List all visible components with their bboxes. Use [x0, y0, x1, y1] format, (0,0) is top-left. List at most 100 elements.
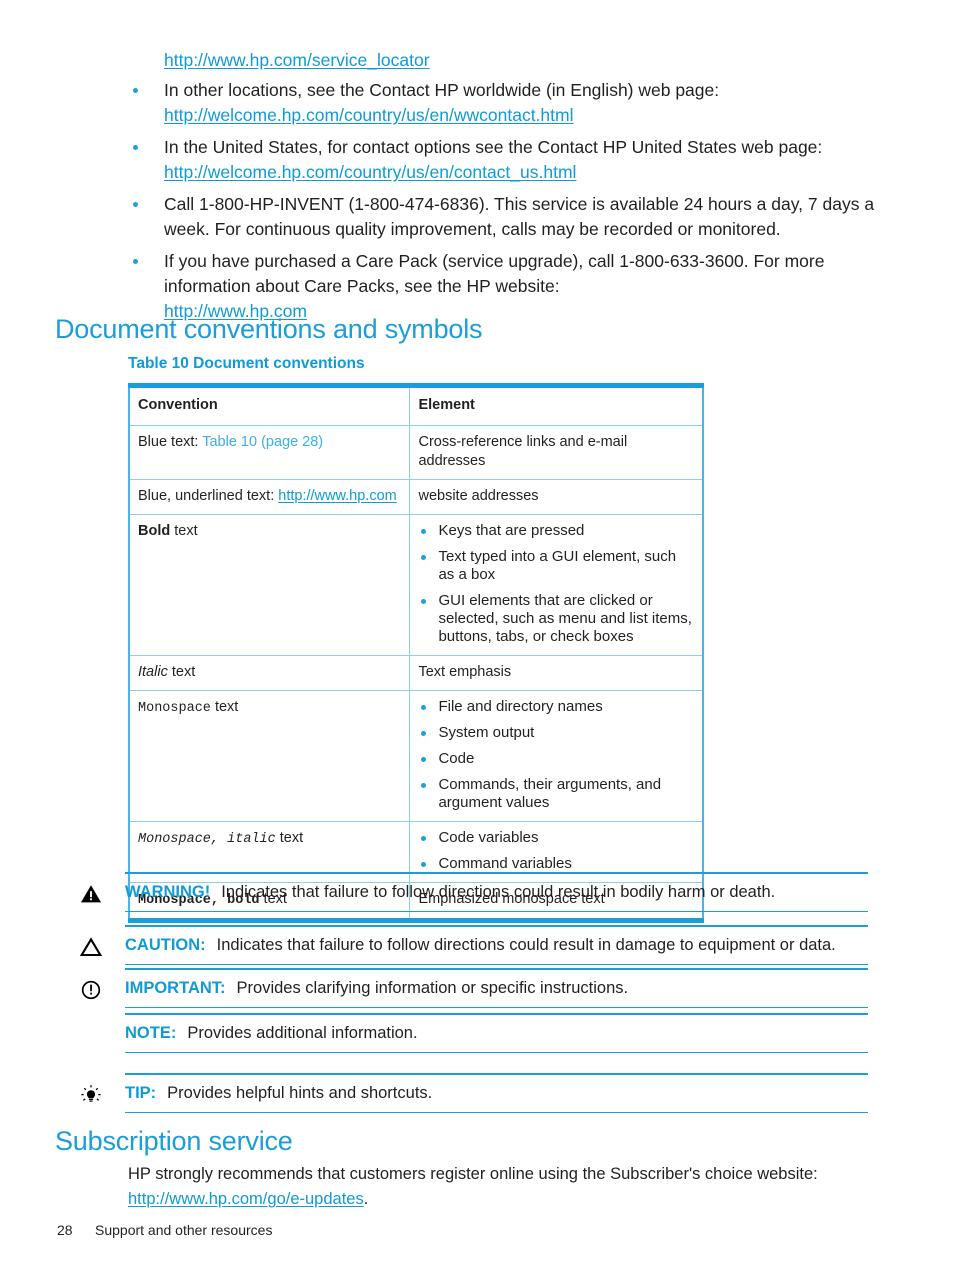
cell-convention: Blue text: Table 10 (page 28) — [129, 425, 411, 480]
element-bullet-list: Code variables Command variables — [418, 829, 694, 873]
table-row: Italic text Text emphasis — [129, 655, 703, 691]
list-item: Command variables — [418, 855, 694, 873]
bullet-dot-icon — [421, 555, 427, 560]
admonition-keyword: NOTE: — [125, 1024, 177, 1042]
admonition-body: WARNING! Indicates that failure to follow… — [72, 872, 868, 912]
column-header-convention: Convention — [129, 385, 411, 426]
page-number: 28 — [57, 1222, 73, 1238]
convention-suffix: text — [167, 664, 196, 680]
contact-us-link[interactable]: http://welcome.hp.com/country/us/en/cont… — [164, 162, 576, 182]
list-item-text: GUI elements that are clicked or selecte… — [438, 592, 692, 645]
admonition-keyword: WARNING! — [125, 883, 211, 901]
hp-com-example-link[interactable]: http://www.hp.com — [278, 488, 396, 504]
bullet-dot-icon — [421, 731, 427, 736]
admonition-text: Provides clarifying information or speci… — [236, 979, 629, 997]
list-item-text: Keys that are pressed — [438, 522, 585, 539]
list-item: GUI elements that are clicked or selecte… — [418, 592, 694, 646]
list-item: Text typed into a GUI element, such as a… — [418, 548, 694, 584]
wwcontact-link[interactable]: http://welcome.hp.com/country/us/en/wwco… — [164, 105, 573, 125]
admonition-note: NOTE: Provides additional information. — [72, 1013, 868, 1053]
cell-element: File and directory names System output C… — [409, 690, 703, 822]
list-item: In other locations, see the Contact HP w… — [128, 78, 888, 128]
bullet-dot-icon — [421, 862, 427, 867]
e-updates-link[interactable]: http://www.hp.com/go/e-updates — [128, 1190, 364, 1208]
admonition-keyword: TIP: — [125, 1084, 157, 1102]
bullet-dot-icon — [421, 783, 427, 788]
list-item-text: Text typed into a GUI element, such as a… — [438, 548, 677, 583]
bullet-dot-icon — [421, 529, 427, 534]
footer-chapter-title: Support and other resources — [95, 1222, 273, 1238]
list-item: System output — [418, 724, 694, 742]
admonition-body: TIP: Provides helpful hints and shortcuts… — [72, 1073, 868, 1113]
convention-suffix: text — [210, 699, 239, 715]
section-heading-document-conventions: Document conventions and symbols — [55, 314, 483, 344]
subscription-paragraph: HP strongly recommends that customers re… — [128, 1162, 868, 1212]
list-item: In the United States, for contact option… — [128, 135, 888, 185]
list-item: Keys that are pressed — [418, 522, 694, 540]
list-item-text: Call 1-800-HP-INVENT (1-800-474-6836). T… — [164, 194, 875, 239]
divider — [125, 963, 868, 965]
list-item: Commands, their arguments, and argument … — [418, 776, 694, 812]
element-bullet-list: Keys that are pressed Text typed into a … — [418, 522, 694, 646]
convention-style-sample: Italic — [138, 664, 168, 680]
admonition-text: Indicates that failure to follow directi… — [216, 936, 836, 954]
admonition-important: IMPORTANT: Provides clarifying informatio… — [72, 968, 868, 1008]
cell-convention: Bold text — [129, 514, 411, 656]
admonition-body: CAUTION: Indicates that failure to follow… — [72, 925, 868, 965]
cell-convention: Monospace text — [129, 690, 411, 822]
list-item-text: Command variables — [438, 855, 572, 872]
list-item: Call 1-800-HP-INVENT (1-800-474-6836). T… — [128, 192, 888, 242]
contact-options-list: In other locations, see the Contact HP w… — [128, 78, 888, 324]
caution-triangle-outline-icon — [79, 935, 103, 959]
bullet-dot-icon — [133, 145, 138, 150]
convention-prefix: Blue text: — [138, 434, 203, 450]
bullet-dot-icon — [421, 757, 427, 762]
list-item-text: Commands, their arguments, and argument … — [438, 776, 662, 811]
divider — [125, 1051, 868, 1053]
list-item-text: Code — [438, 750, 475, 767]
cell-convention: Blue, underlined text: http://www.hp.com — [129, 479, 411, 515]
cell-element: Keys that are pressed Text typed into a … — [409, 514, 703, 656]
table-10-cross-reference-link[interactable]: Table 10 (page 28) — [202, 434, 323, 450]
bullet-dot-icon — [133, 202, 138, 207]
bullet-dot-icon — [133, 259, 138, 264]
service-locator-link-line: http://www.hp.com/service_locator — [164, 48, 888, 73]
subscription-text: HP strongly recommends that customers re… — [128, 1165, 818, 1183]
admonition-body: IMPORTANT: Provides clarifying informatio… — [72, 968, 868, 1008]
subscription-period: . — [363, 1190, 369, 1208]
admonition-warning: WARNING! Indicates that failure to follow… — [72, 872, 868, 912]
list-item-text: System output — [438, 724, 535, 741]
admonition-text: Indicates that failure to follow directi… — [221, 883, 776, 901]
tip-lightbulb-icon — [79, 1083, 103, 1107]
bullet-dot-icon — [133, 88, 138, 93]
cell-element: Cross-reference links and e-mail address… — [409, 425, 703, 480]
convention-prefix: Blue, underlined text: — [138, 488, 279, 504]
convention-suffix: text — [275, 830, 304, 846]
service-locator-link[interactable]: http://www.hp.com/service_locator — [164, 50, 430, 70]
convention-suffix: text — [170, 523, 198, 539]
list-item: File and directory names — [418, 698, 694, 716]
element-bullet-list: File and directory names System output C… — [418, 698, 694, 812]
list-item-text: In the United States, for contact option… — [164, 137, 823, 157]
list-item-text: File and directory names — [438, 698, 603, 715]
divider — [125, 910, 868, 912]
admonition-text: Provides helpful hints and shortcuts. — [167, 1084, 433, 1102]
list-item: Code variables — [418, 829, 694, 847]
list-item: Code — [418, 750, 694, 768]
document-page: http://www.hp.com/service_locator In oth… — [0, 0, 954, 1271]
bullet-dot-icon — [421, 705, 427, 710]
cell-element: Text emphasis — [409, 655, 703, 691]
bullet-dot-icon — [421, 599, 427, 604]
table-caption: Table 10 Document conventions — [128, 355, 365, 372]
cell-element: website addresses — [409, 479, 703, 515]
admonition-tip: TIP: Provides helpful hints and shortcuts… — [72, 1073, 868, 1113]
table-header-row: Convention Element — [129, 385, 703, 426]
list-item-text: If you have purchased a Care Pack (servi… — [164, 251, 825, 296]
admonition-keyword: CAUTION: — [125, 936, 206, 954]
convention-style-sample: Monospace — [138, 701, 211, 716]
table-row: Blue text: Table 10 (page 28) Cross-refe… — [129, 425, 703, 480]
admonition-body: NOTE: Provides additional information. — [72, 1013, 868, 1053]
convention-style-sample: Monospace, italic — [138, 832, 276, 847]
important-circle-exclamation-icon — [79, 978, 103, 1002]
section-heading-subscription-service: Subscription service — [55, 1126, 293, 1156]
